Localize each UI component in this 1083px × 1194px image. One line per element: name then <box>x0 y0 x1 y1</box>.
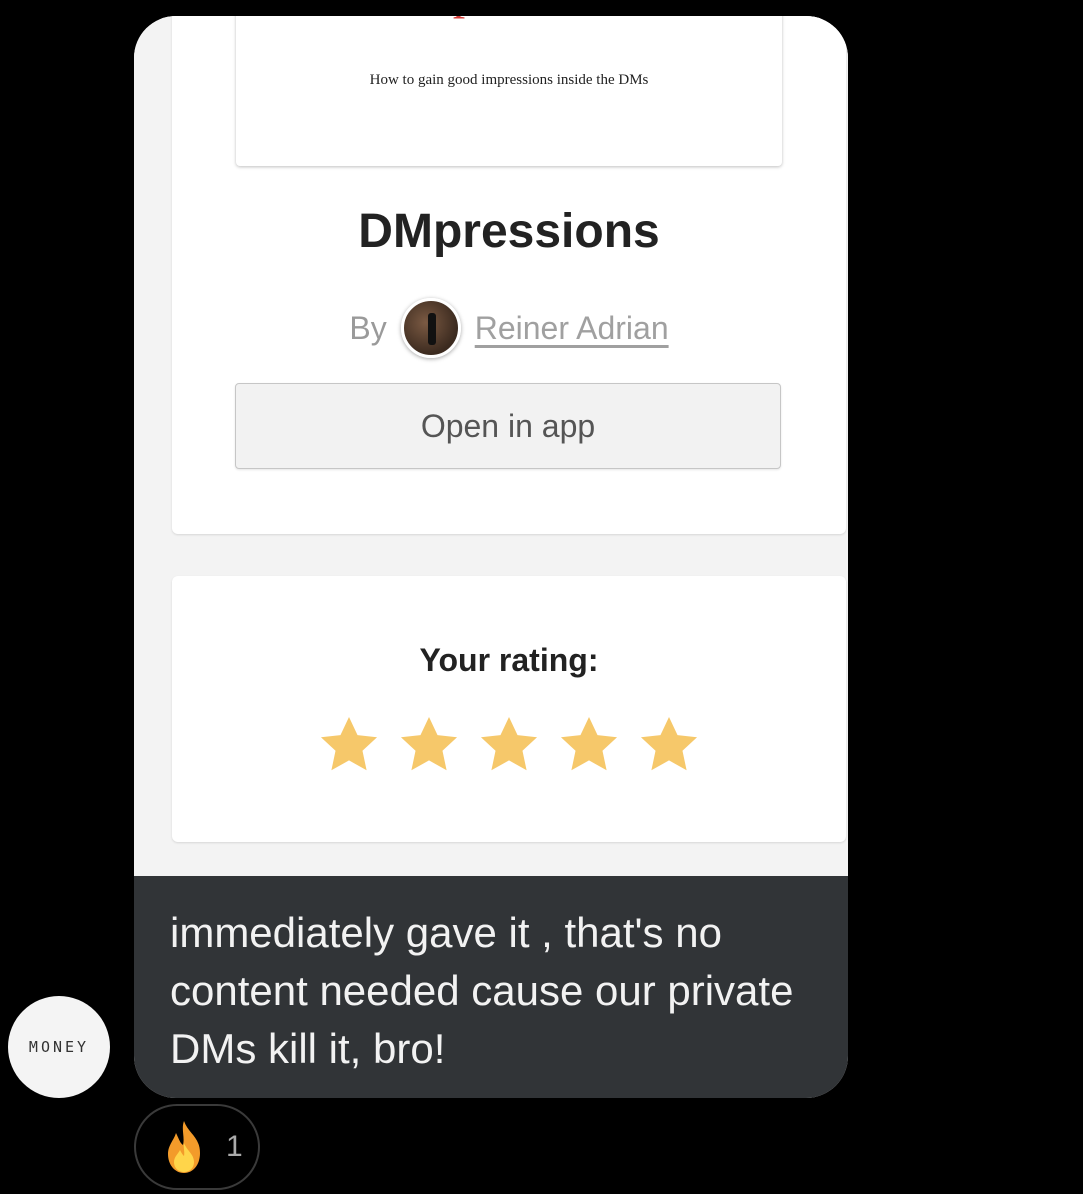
star-rating[interactable] <box>172 712 846 778</box>
star-icon[interactable] <box>556 712 622 778</box>
by-label: By <box>349 309 387 346</box>
cover-title: DMpressions <box>236 16 782 20</box>
rating-label: Your rating: <box>419 642 599 678</box>
byline: By Reiner Adrian <box>172 298 846 358</box>
reaction-count: 1 <box>226 1130 243 1163</box>
star-icon[interactable] <box>316 712 382 778</box>
star-icon[interactable] <box>476 712 542 778</box>
cover-title-rest: pressions <box>453 16 648 19</box>
cover-subtitle: How to gain good impressions inside the … <box>369 72 649 88</box>
author-link[interactable]: Reiner Adrian <box>475 310 669 347</box>
author-avatar[interactable] <box>400 298 461 358</box>
sender-avatar[interactable]: MONEY <box>8 996 110 1098</box>
message-text: immediately gave it , that's no content … <box>170 909 794 1072</box>
book-cover[interactable]: DMpressions How to gain good impressions… <box>236 16 782 166</box>
rating-card: Your rating: <box>172 576 846 842</box>
cover-title-dm: DM <box>370 16 453 19</box>
book-title: DMpressions <box>358 205 660 258</box>
reaction-pill[interactable]: 1 <box>134 1104 260 1190</box>
star-icon[interactable] <box>396 712 462 778</box>
shared-screenshot[interactable]: DMpressions How to gain good impressions… <box>134 16 848 876</box>
book-card: DMpressions How to gain good impressions… <box>172 16 846 534</box>
message-body: immediately gave it , that's no content … <box>134 876 848 1098</box>
message-bubble[interactable]: DMpressions How to gain good impressions… <box>134 16 848 1098</box>
fire-icon <box>168 1121 200 1173</box>
open-in-app-button[interactable]: Open in app <box>235 383 781 469</box>
star-icon[interactable] <box>636 712 702 778</box>
